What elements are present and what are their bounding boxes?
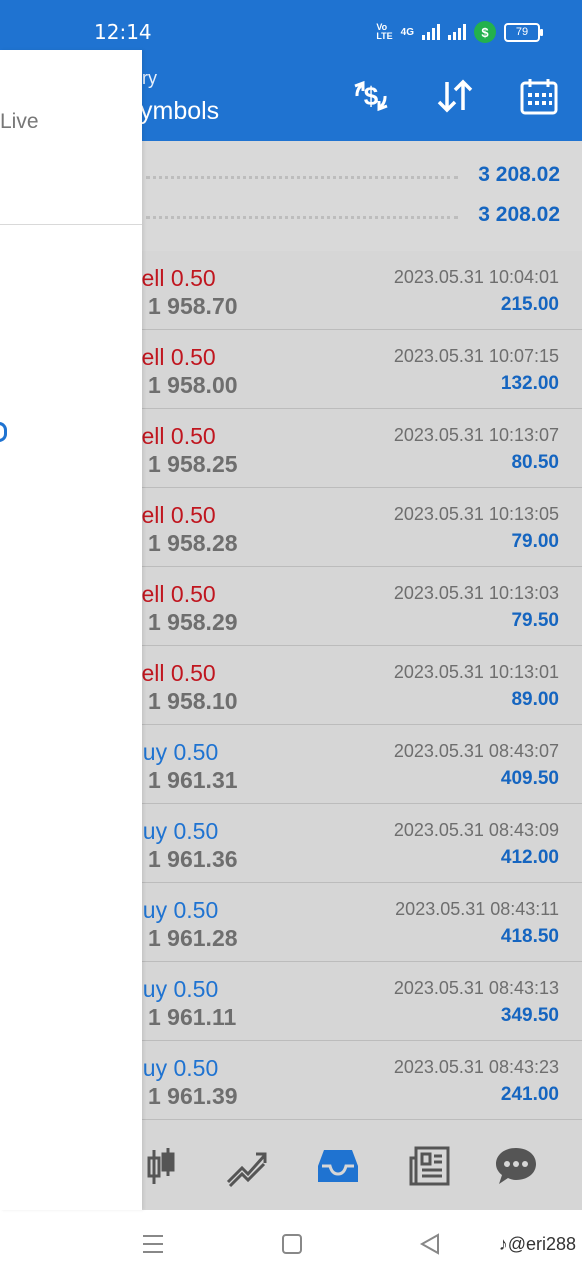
- sort-icon[interactable]: [435, 76, 475, 116]
- deal-price: 1 961.36: [148, 846, 238, 872]
- svg-text:$: $: [364, 81, 379, 111]
- deal-profit: 79.50: [511, 610, 559, 631]
- deal-type: sell 0.50: [130, 423, 216, 449]
- menu-icon[interactable]: [141, 1232, 165, 1256]
- dollar-shield-icon: $: [474, 21, 496, 43]
- chat-icon[interactable]: [494, 1144, 538, 1188]
- status-icons: Vo LTE 4G $ 79: [376, 21, 543, 43]
- deal-time: 2023.05.31 08:43:07: [393, 741, 559, 761]
- account-type-label: Live: [0, 110, 39, 133]
- battery-level: 79: [515, 25, 529, 38]
- system-nav-bar: ♪@eri288: [0, 1210, 582, 1280]
- watermark: ♪@eri288: [498, 1234, 576, 1254]
- deal-time: 2023.05.31 10:04:01: [393, 267, 559, 287]
- deal-profit: 418.50: [500, 926, 559, 947]
- deal-type: buy 0.50: [130, 1055, 219, 1081]
- summary-value: 3 208.02: [478, 163, 560, 186]
- deal-price: 1 958.29: [148, 609, 238, 635]
- deal-type: sell 0.50: [130, 265, 216, 291]
- summary-value: 3 208.02: [478, 203, 560, 226]
- deal-type: sell 0.50: [130, 660, 216, 686]
- deal-time: 2023.05.31 08:43:23: [393, 1057, 559, 1077]
- status-bar: 12:14 Vo LTE 4G $ 79: [0, 0, 582, 50]
- dotted-leader: [146, 175, 459, 179]
- deal-time: 2023.05.31 08:43:09: [393, 820, 559, 840]
- deal-profit: 132.00: [500, 373, 559, 394]
- deal-profit: 79.00: [511, 531, 559, 552]
- home-square-icon[interactable]: [280, 1232, 304, 1256]
- deal-profit: 215.00: [500, 294, 559, 315]
- deal-type: sell 0.50: [130, 581, 216, 607]
- deal-type: buy 0.50: [130, 818, 219, 844]
- deal-price: 1 958.25: [148, 451, 238, 477]
- history-inbox-icon[interactable]: [316, 1144, 360, 1188]
- quotes-candles-icon[interactable]: [136, 1144, 180, 1188]
- deal-time: 2023.05.31 08:43:13: [393, 978, 559, 998]
- deal-type: buy 0.50: [130, 739, 219, 765]
- app-bar-subtitle: ry: [142, 68, 157, 88]
- deal-profit: 349.50: [500, 1005, 559, 1026]
- calendar-icon[interactable]: [519, 76, 559, 116]
- deal-profit: 412.00: [500, 847, 559, 868]
- status-time: 12:14: [94, 20, 152, 44]
- deal-price: 1 958.70: [148, 293, 238, 319]
- deal-price: 1 958.28: [148, 530, 238, 556]
- currency-exchange-icon[interactable]: $: [351, 76, 391, 116]
- deal-time: 2023.05.31 10:13:05: [393, 504, 559, 524]
- deal-time: 2023.05.31 10:13:01: [393, 662, 559, 682]
- deal-profit: 80.50: [511, 452, 559, 473]
- summary-row: 3 208.02: [146, 200, 560, 230]
- deal-price: 1 961.11: [148, 1004, 237, 1030]
- deal-time: 2023.05.31 10:13:07: [393, 425, 559, 445]
- signal-icon: [422, 24, 440, 40]
- navigation-drawer: Live: [0, 50, 142, 1210]
- deal-price: 1 961.39: [148, 1083, 238, 1109]
- dotted-leader: [146, 215, 459, 219]
- drawer-divider: [0, 224, 142, 225]
- deal-type: sell 0.50: [130, 344, 216, 370]
- deal-price: 1 958.10: [148, 688, 238, 714]
- deal-profit: 89.00: [511, 689, 559, 710]
- deal-type: buy 0.50: [130, 976, 219, 1002]
- chart-trend-icon[interactable]: [224, 1144, 268, 1188]
- network-lte-label: LTE: [376, 31, 393, 41]
- deal-time: 2023.05.31 08:43:11: [395, 899, 559, 919]
- app-bar-title[interactable]: ymbols: [140, 97, 219, 126]
- battery-icon: 79: [504, 22, 543, 42]
- summary-row: 3 208.02: [146, 160, 560, 190]
- deal-type: sell 0.50: [130, 502, 216, 528]
- deal-time: 2023.05.31 10:07:15: [393, 346, 559, 366]
- back-triangle-icon[interactable]: [418, 1232, 442, 1256]
- deal-type: buy 0.50: [130, 897, 219, 923]
- deal-price: 1 961.31: [148, 767, 238, 793]
- deal-price: 1 958.00: [148, 372, 238, 398]
- deal-time: 2023.05.31 10:13:03: [393, 583, 559, 603]
- news-icon[interactable]: [408, 1144, 452, 1188]
- network-4g-label: 4G: [400, 26, 414, 38]
- volte-icon: Vo LTE: [376, 23, 392, 41]
- radio-indicator-icon[interactable]: [0, 422, 7, 442]
- deal-price: 1 961.28: [148, 925, 238, 951]
- deal-profit: 409.50: [500, 768, 559, 789]
- deal-profit: 241.00: [500, 1084, 559, 1105]
- signal-2-icon: [448, 24, 466, 40]
- watermark-text: @eri288: [507, 1234, 576, 1254]
